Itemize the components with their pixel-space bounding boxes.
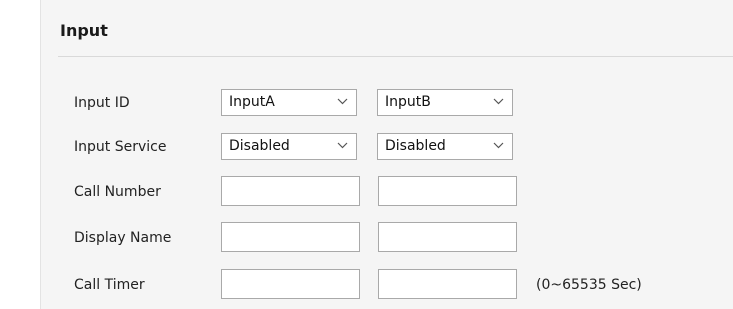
section-divider bbox=[58, 56, 733, 57]
display-name-label: Display Name bbox=[74, 230, 172, 246]
call-number-label: Call Number bbox=[74, 184, 161, 200]
input-service-b-select[interactable]: Disabled bbox=[377, 133, 513, 160]
display-name-a-input[interactable] bbox=[221, 222, 360, 252]
call-timer-a-input[interactable] bbox=[221, 269, 360, 299]
call-timer-b-input[interactable] bbox=[378, 269, 517, 299]
input-service-a-select[interactable]: Disabled bbox=[221, 133, 357, 160]
input-service-b-value: Disabled bbox=[385, 138, 446, 154]
section-title: Input bbox=[60, 21, 108, 40]
call-number-a-input[interactable] bbox=[221, 176, 360, 206]
call-timer-range-hint: (0~65535 Sec) bbox=[536, 277, 642, 293]
input-id-b-select[interactable]: InputB bbox=[377, 89, 513, 116]
chevron-down-icon bbox=[493, 142, 504, 149]
input-service-label: Input Service bbox=[74, 139, 167, 155]
chevron-down-icon bbox=[337, 98, 348, 105]
call-number-b-input[interactable] bbox=[378, 176, 517, 206]
input-id-a-value: InputA bbox=[229, 94, 275, 110]
input-id-b-value: InputB bbox=[385, 94, 431, 110]
display-name-b-input[interactable] bbox=[378, 222, 517, 252]
chevron-down-icon bbox=[493, 98, 504, 105]
input-id-a-select[interactable]: InputA bbox=[221, 89, 357, 116]
input-id-label: Input ID bbox=[74, 95, 130, 111]
input-service-a-value: Disabled bbox=[229, 138, 290, 154]
call-timer-label: Call Timer bbox=[74, 277, 145, 293]
chevron-down-icon bbox=[337, 142, 348, 149]
